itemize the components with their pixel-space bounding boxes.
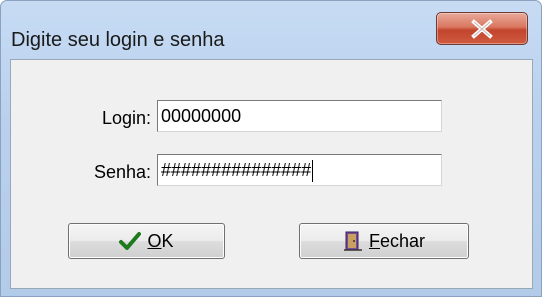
- window-close-button[interactable]: [436, 12, 528, 45]
- window-title: Digite seu login e senha: [11, 29, 225, 51]
- dialog-client-area: Login: 00000000 Senha: ############### O…: [10, 59, 533, 289]
- ok-label: K: [161, 230, 174, 251]
- close-label: echar: [379, 230, 426, 251]
- ok-button[interactable]: OK: [68, 223, 225, 259]
- login-label: Login:: [101, 108, 151, 128]
- login-dialog-window: Digite seu login e senha Login: 00000000…: [0, 0, 542, 297]
- password-input[interactable]: ###############: [157, 154, 442, 186]
- ok-accel: O: [147, 230, 162, 251]
- close-button[interactable]: Fechar: [299, 223, 469, 259]
- exit-door-icon: [343, 230, 363, 252]
- login-input-value: 00000000: [161, 106, 242, 126]
- close-icon: [471, 19, 493, 39]
- password-input-value: ###############: [161, 160, 312, 180]
- password-label: Senha:: [93, 162, 151, 182]
- close-accel: F: [368, 230, 380, 251]
- title-bar[interactable]: Digite seu login e senha: [1, 1, 541, 59]
- login-input[interactable]: 00000000: [157, 100, 442, 132]
- checkmark-icon: [119, 231, 142, 251]
- text-caret: [312, 160, 314, 183]
